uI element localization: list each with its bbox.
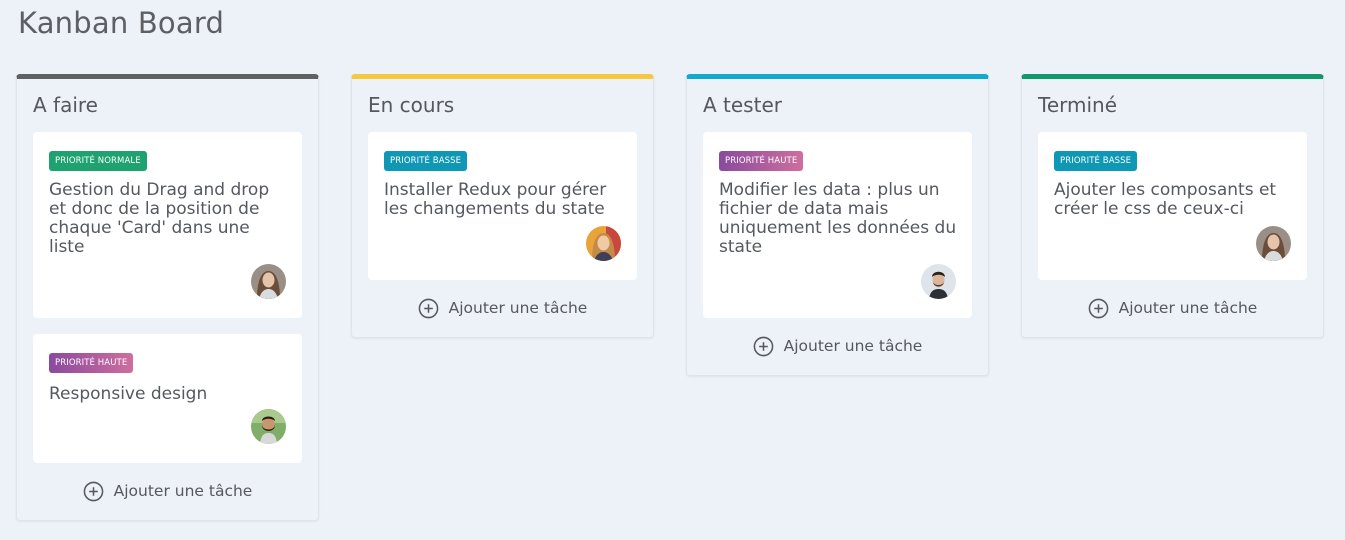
card-title: Responsive design bbox=[49, 384, 208, 404]
card-title: Ajouter les composants et créer le css d… bbox=[1054, 180, 1277, 219]
add-task-label: Ajouter une tâche bbox=[448, 299, 588, 317]
priority-badge: PRIORITÉ HAUTE bbox=[49, 353, 134, 373]
card-title: Modifier les data : plus un fichier de d… bbox=[719, 180, 957, 257]
add-task-label: Ajouter une tâche bbox=[113, 482, 253, 500]
priority-badge: PRIORITÉ HAUTE bbox=[719, 151, 804, 171]
task-card[interactable]: PRIORITÉ BASSE Ajouter les composants et… bbox=[1038, 132, 1307, 280]
woman-colorful-avatar-icon bbox=[586, 226, 621, 261]
add-task-button[interactable]: Ajouter une tâche bbox=[17, 463, 318, 519]
add-task-label: Ajouter une tâche bbox=[783, 337, 923, 355]
column-title: A tester bbox=[703, 93, 782, 117]
add-task-label: Ajouter une tâche bbox=[1118, 299, 1258, 317]
column-title: Terminé bbox=[1038, 93, 1118, 117]
card-title: Installer Redux pour gérer les changemen… bbox=[384, 180, 607, 219]
plus-circle-icon bbox=[418, 298, 438, 318]
task-card[interactable]: PRIORITÉ BASSE Installer Redux pour gére… bbox=[368, 132, 637, 280]
plus-circle-icon bbox=[753, 336, 773, 356]
priority-badge: PRIORITÉ BASSE bbox=[384, 151, 468, 171]
plus-circle-icon bbox=[1088, 298, 1108, 318]
add-task-button[interactable]: Ajouter une tâche bbox=[352, 280, 653, 336]
woman-avatar-icon bbox=[251, 264, 286, 299]
board-title: Kanban Board bbox=[18, 6, 225, 40]
card-title: Gestion du Drag and drop et donc de la p… bbox=[49, 180, 270, 257]
task-card[interactable]: PRIORITÉ NORMALE Gestion du Drag and dro… bbox=[33, 132, 302, 318]
priority-badge: PRIORITÉ BASSE bbox=[1054, 151, 1138, 171]
column-title: A faire bbox=[33, 93, 98, 117]
column-in-progress: En cours PRIORITÉ BASSE Installer Redux … bbox=[351, 74, 654, 338]
man-avatar-icon bbox=[921, 264, 956, 299]
plus-circle-icon bbox=[83, 481, 103, 501]
column-title: En cours bbox=[368, 93, 455, 117]
task-card[interactable]: PRIORITÉ HAUTE Responsive design bbox=[33, 334, 302, 463]
column-done: Terminé PRIORITÉ BASSE Ajouter les compo… bbox=[1021, 74, 1324, 338]
man-beard-avatar-icon bbox=[251, 409, 286, 444]
column-testing: A tester PRIORITÉ HAUTE Modifier les dat… bbox=[686, 74, 989, 376]
woman-avatar-icon bbox=[1256, 226, 1291, 261]
column-todo: A faire PRIORITÉ NORMALE Gestion du Drag… bbox=[16, 74, 319, 521]
add-task-button[interactable]: Ajouter une tâche bbox=[687, 318, 988, 374]
add-task-button[interactable]: Ajouter une tâche bbox=[1022, 280, 1323, 336]
task-card[interactable]: PRIORITÉ HAUTE Modifier les data : plus … bbox=[703, 132, 972, 318]
priority-badge: PRIORITÉ NORMALE bbox=[49, 151, 147, 171]
